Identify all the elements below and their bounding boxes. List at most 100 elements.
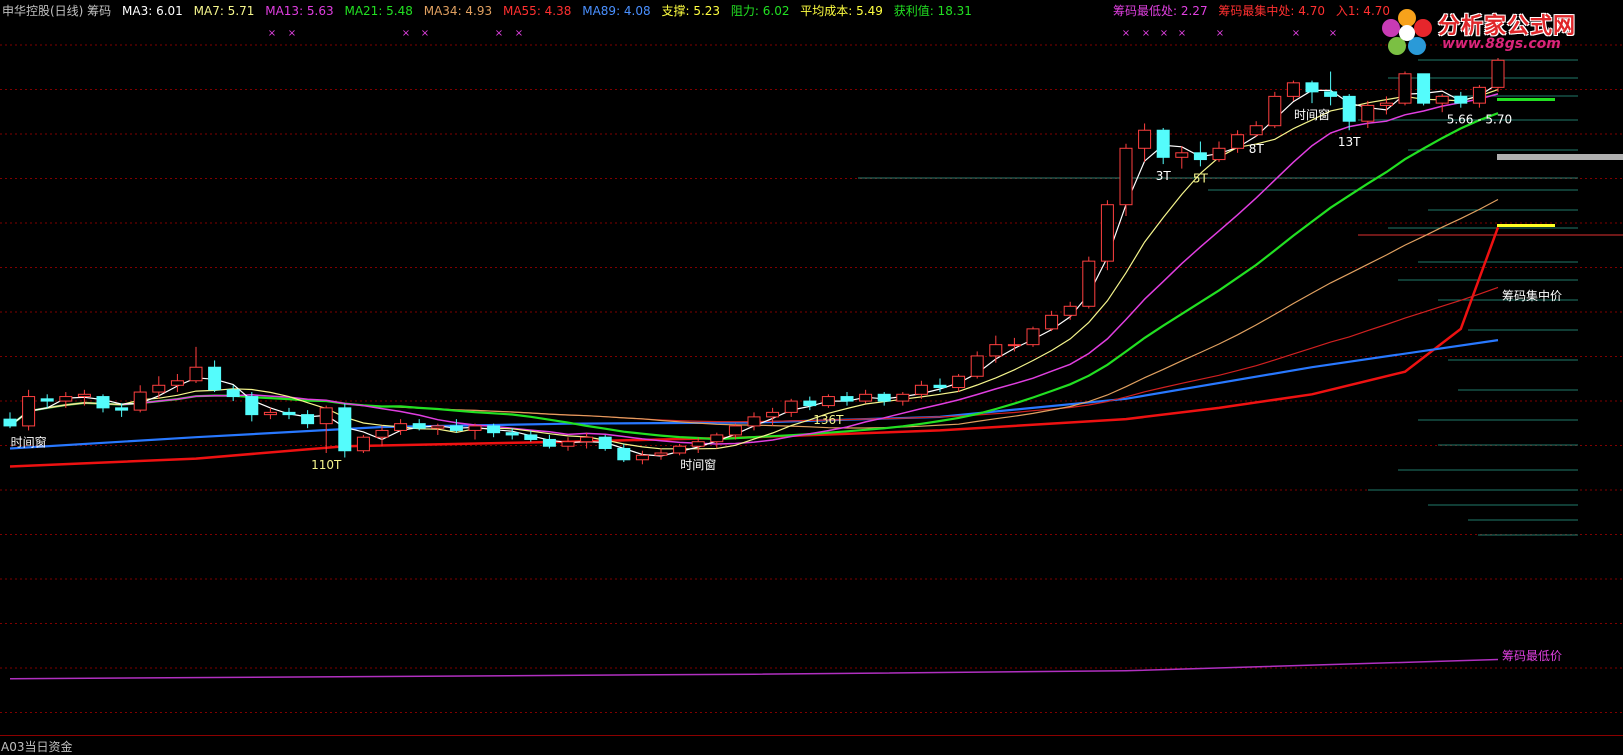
candle-body	[431, 425, 445, 429]
ma55-line	[9, 286, 1499, 427]
avg-cost-value: 平均成本: 5.49	[800, 4, 883, 18]
chip-conc-label: 筹码集中价	[1502, 288, 1562, 303]
candle-body	[40, 398, 54, 402]
signal-mark: ×	[1292, 28, 1300, 39]
candle	[301, 410, 315, 429]
candle-body	[1324, 91, 1338, 97]
candle-body	[282, 411, 296, 416]
candle	[1286, 80, 1300, 101]
candle-body	[208, 366, 222, 391]
candle-body	[1361, 104, 1375, 122]
annotation-label: 13T	[1338, 135, 1361, 149]
candle-body	[952, 375, 966, 389]
candle-body	[1305, 82, 1319, 93]
candle-body	[766, 411, 780, 418]
candle-body	[505, 432, 519, 436]
ma13-value: MA13: 5.63	[265, 4, 334, 18]
ma34-value: MA34: 4.93	[423, 4, 493, 18]
candle-body	[245, 396, 259, 416]
candle-body	[691, 441, 705, 447]
candle-body	[152, 384, 166, 393]
resistance-mark	[1497, 98, 1555, 101]
candle-body	[59, 396, 73, 402]
bottom-panel-label: A03当日资金	[1, 740, 73, 754]
candle-body	[3, 418, 17, 427]
candle	[338, 403, 352, 458]
profit-value: 获利值: 18.31	[893, 4, 972, 18]
candle-body	[1175, 152, 1189, 158]
candle-body	[1454, 95, 1468, 104]
candle-body	[1379, 102, 1393, 106]
candle	[970, 351, 984, 379]
chip-low-line	[9, 658, 1499, 680]
signal-mark: ×	[1122, 28, 1130, 39]
candle-body	[96, 396, 110, 409]
candle-body	[375, 429, 389, 438]
candle	[356, 434, 370, 453]
candle	[1435, 94, 1449, 113]
candle	[1026, 326, 1040, 347]
chip-header: 筹码最低处: 2.27 筹码最集中处: 4.70 入1: 4.70	[1113, 2, 1397, 19]
panel-divider	[0, 735, 1623, 736]
candle	[1342, 94, 1356, 131]
candle	[821, 394, 835, 408]
signal-mark: ×	[495, 28, 503, 39]
candle	[1193, 141, 1207, 167]
ma3-value: MA3: 6.01	[122, 4, 183, 18]
candle-body	[1045, 314, 1059, 330]
candle-body	[1156, 129, 1170, 158]
chip-price-band	[1497, 154, 1623, 160]
chip-low-value: 筹码最低处: 2.27	[1113, 4, 1208, 18]
candle-body	[1268, 95, 1282, 127]
chip-low-label: 筹码最低价	[1502, 649, 1562, 663]
candle	[208, 360, 222, 393]
signal-mark: ×	[268, 28, 276, 39]
candle-body	[859, 393, 873, 402]
chart-labels: 时间窗 110T 时间窗 136T 3T 5T 8T 时间窗 13T 5.66 - 5.70 筹码集…	[11, 108, 1562, 663]
annotation-label: 110T	[311, 458, 342, 472]
candle-body	[896, 393, 910, 402]
price-chart[interactable]: × × × × × × × × × × × × × 时间窗 110T 时间窗 136T 3T 5T 8T 时间窗 13T…	[0, 0, 1623, 753]
candle-body	[1212, 147, 1226, 161]
candle-body	[1435, 95, 1449, 104]
candle-body	[1342, 95, 1356, 122]
candle	[542, 434, 556, 449]
signal-mark: ×	[515, 28, 523, 39]
candle-body	[115, 407, 129, 411]
candle-body	[133, 391, 147, 411]
ma21-value: MA21: 5.48	[344, 4, 413, 18]
candle	[1138, 123, 1152, 162]
candle-body	[989, 344, 1003, 357]
flower-icon	[1382, 9, 1432, 55]
candle	[654, 448, 668, 460]
moving-average-lines	[9, 83, 1500, 680]
signal-mark: ×	[1142, 28, 1150, 39]
candle	[1007, 337, 1021, 352]
candle-body	[170, 380, 184, 386]
candle	[803, 396, 817, 411]
candle	[375, 425, 389, 447]
candle	[561, 437, 575, 451]
candle-body	[1063, 305, 1077, 316]
annotation-label: 3T	[1156, 169, 1172, 183]
stock-title: 申华控股(日线) 筹码	[2, 4, 112, 18]
signal-mark: ×	[1216, 28, 1224, 39]
resistance-value: 阻力: 6.02	[730, 4, 790, 18]
candle-body	[617, 447, 631, 461]
candle	[133, 385, 147, 413]
candle	[1417, 73, 1431, 106]
candle-body	[1082, 260, 1096, 307]
candle-body	[449, 425, 463, 431]
candle-body	[263, 411, 277, 416]
candle	[1324, 71, 1338, 106]
candle-body	[319, 407, 333, 425]
annotation-label: 8T	[1249, 142, 1265, 156]
candle	[1119, 143, 1133, 216]
candle-body	[784, 400, 798, 413]
candle	[877, 392, 891, 406]
annotation-label: 5.66 - 5.70	[1447, 113, 1512, 127]
candle-body	[710, 434, 724, 443]
candle	[1100, 200, 1114, 271]
signal-mark: ×	[1160, 28, 1168, 39]
candle-body	[189, 366, 203, 382]
